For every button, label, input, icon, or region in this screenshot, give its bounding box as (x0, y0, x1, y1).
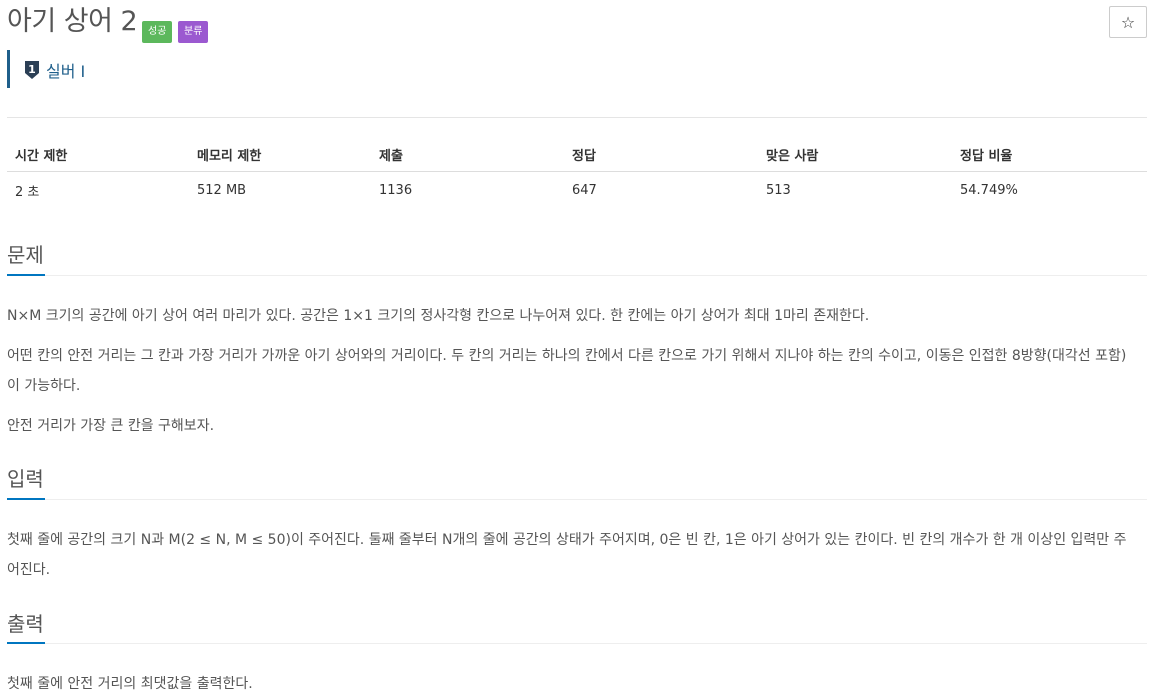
submissions-value: 1136 (379, 182, 413, 198)
problem-paragraph-1: N×M 크기의 공간에 아기 상어 여러 마리가 있다. 공간은 1×1 크기의… (7, 308, 870, 324)
problem-section-accent (7, 274, 45, 276)
output-section-accent (7, 642, 45, 644)
output-section-divider (7, 643, 1147, 644)
category-badge[interactable]: 분류 (178, 21, 209, 43)
star-button[interactable]: ☆ (1109, 6, 1147, 38)
output-section-title: 출력 (7, 612, 44, 636)
problem-section-title: 문제 (7, 243, 44, 267)
stats-value-row: 2 초 512 MB 1136 647 513 54.749% (7, 172, 1147, 209)
input-paragraph-1: 첫째 줄에 공간의 크기 N과 M(2 ≤ N, M ≤ 50)이 주어진다. … (7, 532, 1127, 578)
problem-paragraph-2: 어떤 칸의 안전 거리는 그 칸과 가장 거리가 가까운 아기 상어와의 거리이… (7, 348, 1127, 394)
memory-limit-value: 512 MB (197, 182, 247, 198)
problem-tier[interactable]: 1 실버 I (7, 50, 85, 88)
output-paragraph-1: 첫째 줄에 안전 거리의 최댓값을 출력한다. (7, 676, 253, 692)
accept-ratio-value: 54.749% (960, 182, 1018, 198)
header-divider (7, 117, 1147, 118)
input-section-divider (7, 499, 1147, 500)
problem-paragraph-3: 안전 거리가 가장 큰 칸을 구해보자. (7, 418, 215, 434)
problem-section-divider (7, 275, 1147, 276)
svg-text:1: 1 (28, 63, 36, 76)
success-badge[interactable]: 성공 (142, 21, 173, 43)
accepted-header: 정답 (564, 137, 758, 172)
time-limit-value: 2 초 (15, 184, 40, 200)
silver-tier-icon: 1 (25, 61, 39, 79)
accepted-value: 647 (572, 182, 597, 198)
star-icon: ☆ (1120, 13, 1136, 32)
problem-title: 아기 상어 2 (7, 6, 138, 37)
input-section-title: 입력 (7, 467, 44, 491)
problem-stats-table: 시간 제한 메모리 제한 제출 정답 맞은 사람 정답 비율 2 초 512 M… (7, 137, 1147, 208)
solvers-header: 맞은 사람 (758, 137, 952, 172)
problem-header: 아기 상어 2 성공 분류 ☆ (7, 4, 1147, 44)
solvers-value: 513 (766, 182, 791, 198)
input-section-accent (7, 498, 45, 500)
stats-header-row: 시간 제한 메모리 제한 제출 정답 맞은 사람 정답 비율 (7, 137, 1147, 172)
memory-limit-header: 메모리 제한 (189, 137, 371, 172)
tier-label: 실버 I (46, 62, 86, 81)
submissions-header: 제출 (371, 137, 564, 172)
accept-ratio-header: 정답 비율 (952, 137, 1147, 172)
time-limit-header: 시간 제한 (7, 137, 189, 172)
